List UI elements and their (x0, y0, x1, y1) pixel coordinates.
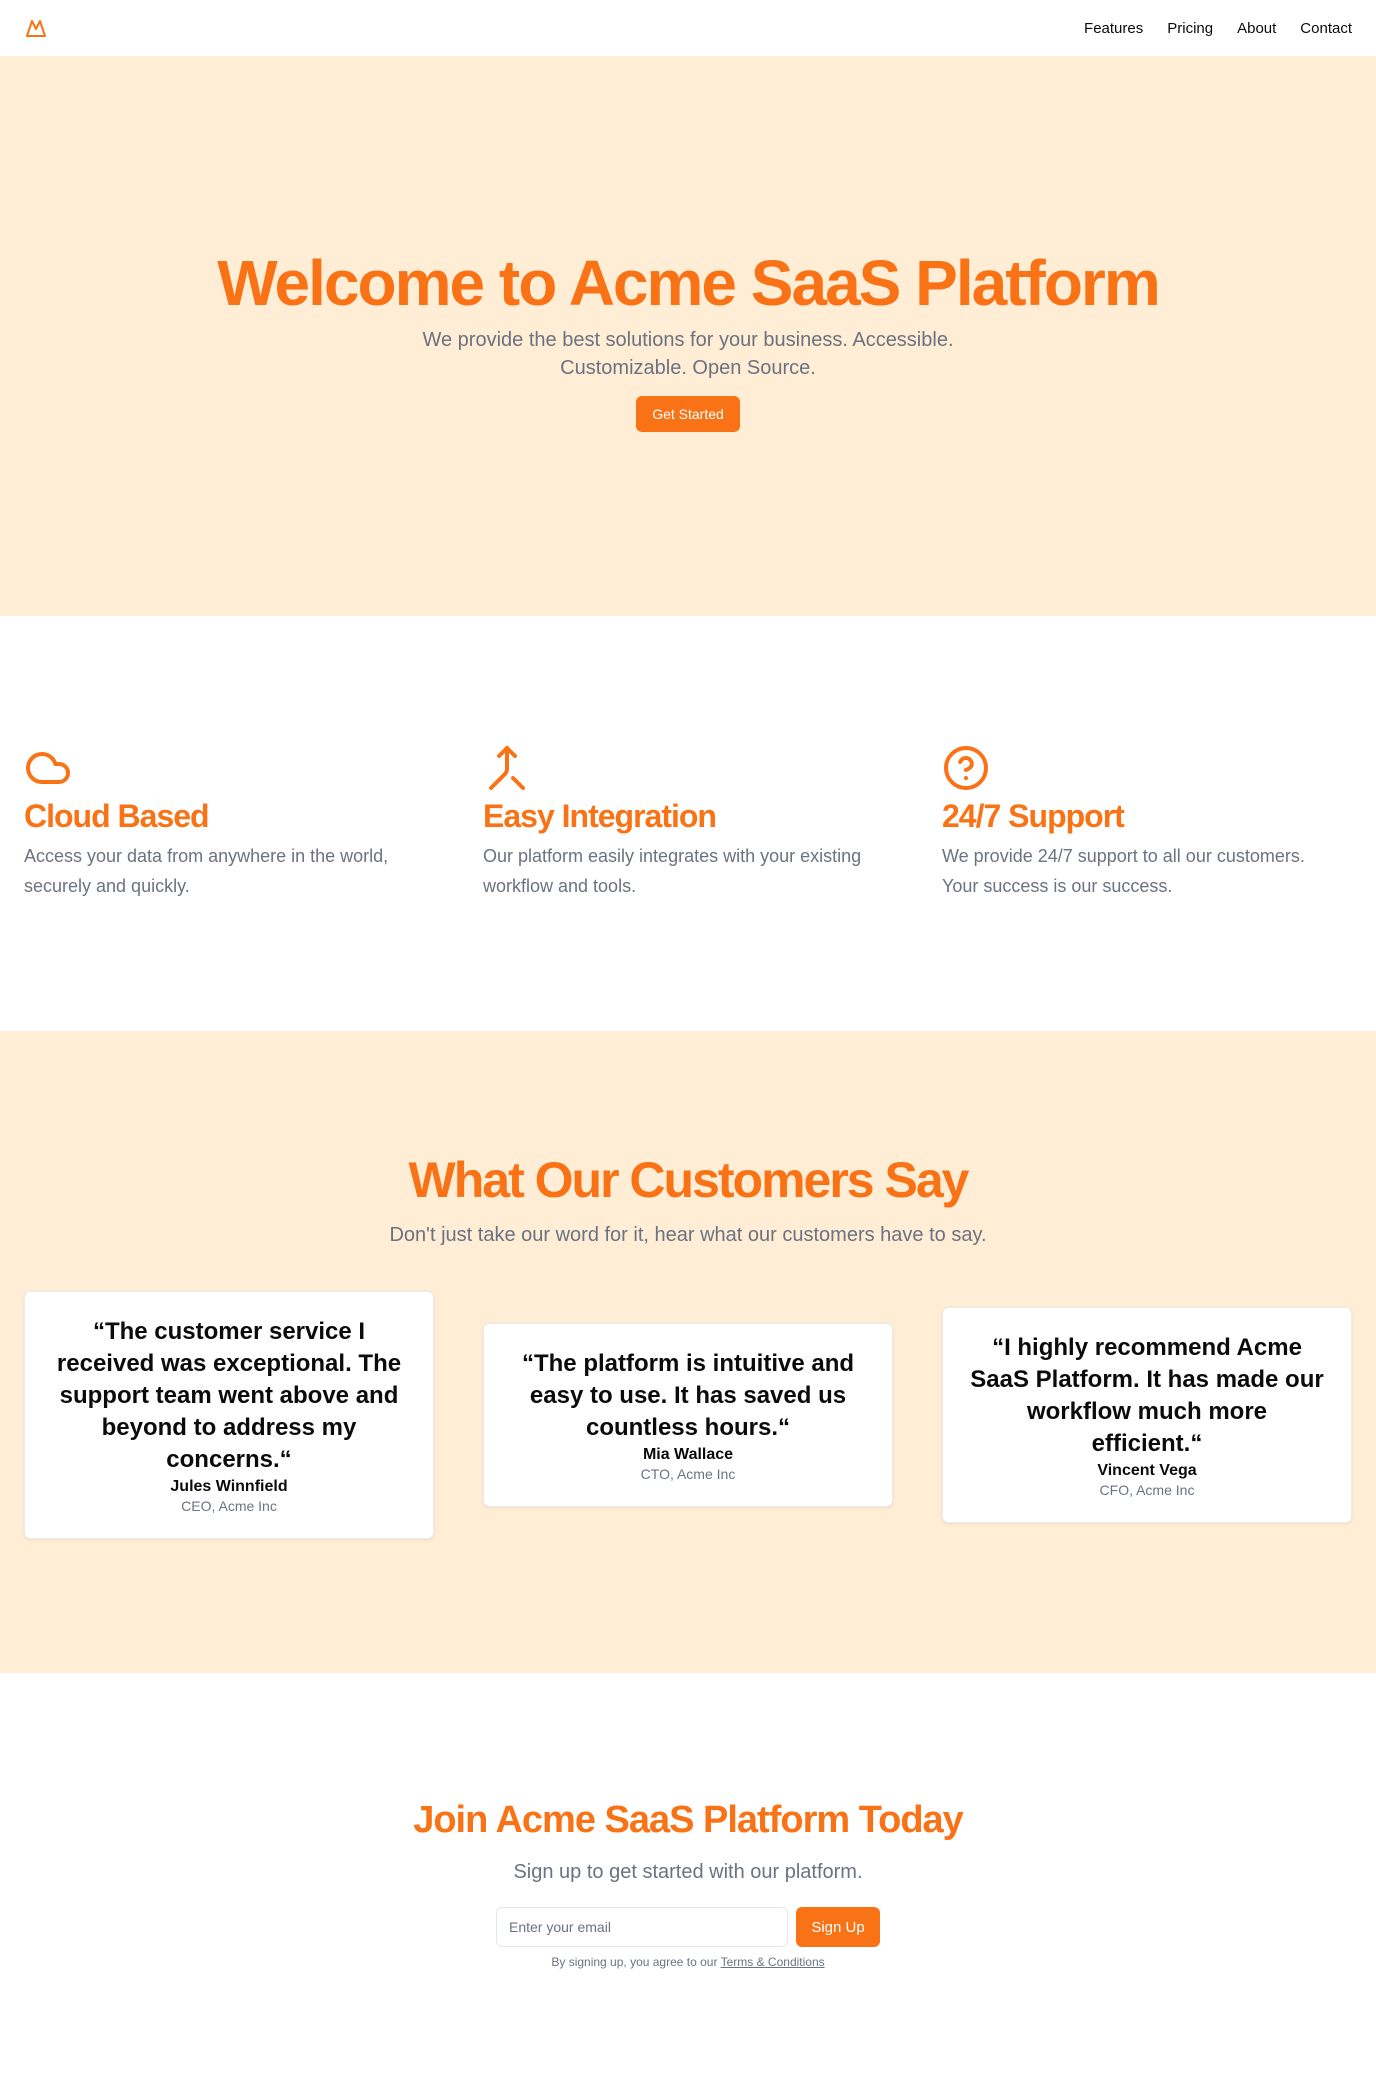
hero-subtitle-line1: We provide the best solutions for your b… (422, 329, 954, 351)
testimonial-author: Vincent Vega (1097, 1462, 1197, 1479)
hero-section: Welcome to Acme SaaS Platform We provide… (0, 56, 1376, 616)
top-nav: Features Pricing About Contact (0, 0, 1376, 56)
testimonial-author: Mia Wallace (642, 1446, 734, 1463)
nav-links: Features Pricing About Contact (1084, 20, 1352, 37)
testimonials-title: What Our Customers Say (408, 1152, 970, 1208)
hero-content: Welcome to Acme SaaS Platform We provide… (0, 246, 1376, 432)
feature-description-line2: workflow and tools. (483, 876, 637, 896)
merge-icon (489, 746, 525, 790)
terms-conditions-link[interactable]: Terms & Conditions (721, 1955, 825, 1969)
nav-link-about[interactable]: About (1237, 20, 1276, 37)
hero-title: Welcome to Acme SaaS Platform (217, 247, 1160, 319)
testimonial-card: “I highly recommend Acme SaaS Platform. … (942, 1307, 1352, 1523)
sign-up-button[interactable]: Sign Up (796, 1907, 880, 1947)
get-started-button[interactable]: Get Started (636, 396, 740, 432)
signup-title: Join Acme SaaS Platform Today (413, 1799, 964, 1841)
nav-link-contact[interactable]: Contact (1300, 20, 1352, 37)
feature-description-line1: We provide 24/7 support to all our custo… (942, 846, 1305, 866)
feature-title: Cloud Based (24, 798, 210, 834)
feature-easy-integration: Easy Integration Our platform easily int… (483, 744, 903, 901)
testimonial-card: “The customer service I received was exc… (24, 1291, 434, 1539)
signup-fine-print: By signing up, you agree to our Terms & … (0, 1955, 1376, 1969)
feature-title: 24/7 Support (942, 798, 1125, 834)
feature-description-line1: Access your data from anywhere in the wo… (24, 846, 389, 866)
feature-title: Easy Integration (483, 798, 717, 834)
help-circle-icon (944, 746, 988, 790)
testimonial-quote: “The customer service I received was exc… (56, 1318, 402, 1473)
feature-description-line2: Your success is our success. (942, 876, 1173, 896)
testimonial-card: “The platform is intuitive and easy to u… (483, 1323, 893, 1507)
signup-subtitle: Sign up to get started with our platform… (513, 1861, 863, 1883)
fine-print-text: By signing up, you agree to our (551, 1955, 718, 1969)
signup-form: Sign Up (496, 1907, 880, 1947)
nav-link-pricing[interactable]: Pricing (1167, 20, 1213, 37)
features-section: Cloud Based Access your data from anywhe… (0, 616, 1376, 1031)
testimonial-author: Jules Winnfield (170, 1478, 288, 1495)
testimonial-role: CEO, Acme Inc (181, 1498, 277, 1514)
feature-description-line1: Our platform easily integrates with your… (483, 846, 862, 866)
feature-description-line2: securely and quickly. (24, 876, 190, 896)
hero-subtitle-line2: Customizable. Open Source. (560, 357, 816, 379)
feature-cloud-based: Cloud Based Access your data from anywhe… (24, 744, 444, 901)
testimonials-section: What Our Customers Say Don't just take o… (0, 1031, 1376, 1673)
feature-24-7-support: 24/7 Support We provide 24/7 support to … (942, 744, 1362, 901)
email-input[interactable] (496, 1907, 788, 1947)
testimonial-quote: “The platform is intuitive and easy to u… (521, 1350, 855, 1441)
testimonial-role: CFO, Acme Inc (1099, 1482, 1195, 1498)
mountain-logo-icon[interactable] (24, 16, 48, 40)
cloud-icon (26, 752, 70, 784)
testimonial-quote: “I highly recommend Acme SaaS Platform. … (970, 1334, 1324, 1457)
testimonials-subtitle: Don't just take our word for it, hear wh… (389, 1224, 987, 1246)
testimonial-role: CTO, Acme Inc (640, 1466, 736, 1482)
nav-link-features[interactable]: Features (1084, 20, 1143, 37)
